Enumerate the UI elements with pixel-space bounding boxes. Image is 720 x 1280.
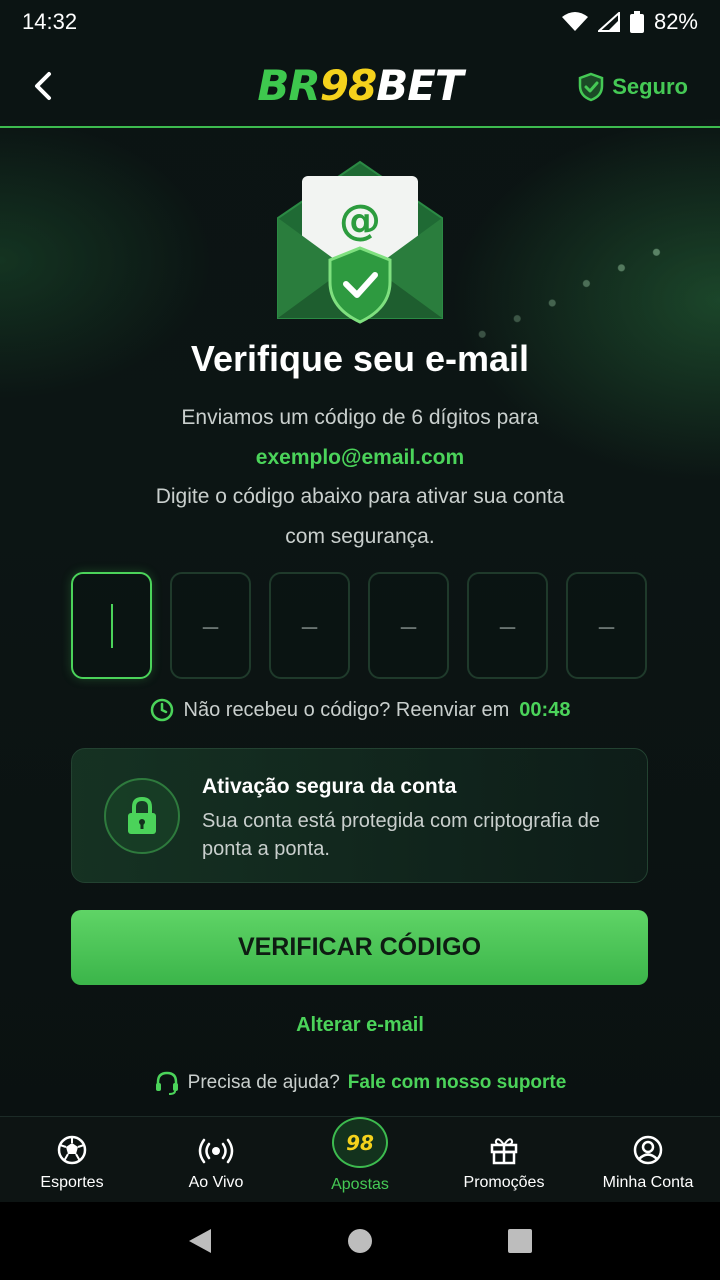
text-caret (110, 603, 113, 648)
logo-part-98: 98 (319, 60, 377, 110)
system-recents-button[interactable] (495, 1216, 545, 1266)
code-digit-4[interactable]: – (368, 572, 449, 679)
svg-text:@: @ (339, 195, 381, 244)
email-shield-illustration: @ (277, 160, 443, 324)
clock-icon (150, 698, 173, 722)
battery-percent: 82% (653, 9, 698, 34)
system-home-button[interactable] (335, 1216, 385, 1266)
email-address: exemplo@email.com (255, 446, 465, 469)
wifi-icon (561, 12, 588, 31)
bets-98-badge: 98 (332, 1117, 388, 1168)
code-digit-6[interactable]: – (566, 572, 647, 679)
nav-label: Promoções (463, 1174, 545, 1191)
secure-indicator: Seguro (578, 72, 688, 102)
nav-label: Apostas (331, 1176, 389, 1193)
soccer-ball-icon (57, 1135, 87, 1165)
nav-label: Esportes (40, 1174, 104, 1191)
resend-countdown: Não recebeu o código? Reenviar em 00:48 (0, 698, 720, 722)
support-link[interactable]: Fale com nosso suporte (348, 1072, 567, 1094)
help-text: Precisa de ajuda? (187, 1072, 340, 1093)
description-line-1: Enviamos um código de 6 dígitos para (181, 406, 539, 429)
description-line-3: com segurança. (285, 525, 435, 548)
code-placeholder: – (598, 609, 615, 641)
code-input-group: – – – – – (71, 572, 647, 679)
change-email-link[interactable]: Alterar e-mail (0, 1014, 720, 1037)
system-nav-bar (0, 1202, 720, 1280)
status-bar: 14:32 82% (0, 0, 720, 44)
status-icons: 82% (561, 9, 698, 35)
card-title: Ativação segura da conta (202, 775, 457, 798)
logo-part-br: BR (257, 60, 320, 110)
page-title: Verifique seu e-mail (190, 338, 530, 379)
back-button[interactable] (22, 66, 62, 106)
code-placeholder: – (400, 609, 417, 641)
brand-logo: BR98BET (257, 60, 463, 110)
screen: 14:32 82% BR98BET Seguro @ Verifique seu… (0, 0, 720, 1280)
circle-home-icon (348, 1229, 372, 1253)
bottom-nav: Esportes Ao Vivo 98 Apostas Promoções Mi… (0, 1116, 720, 1202)
logo-part-bet: BET (376, 60, 463, 110)
code-placeholder: – (301, 609, 318, 641)
status-time: 14:32 (22, 9, 78, 34)
resend-timer: 00:48 (519, 698, 571, 721)
code-placeholder: – (202, 609, 219, 641)
battery-icon (629, 11, 644, 33)
code-placeholder: – (499, 609, 516, 641)
code-digit-1[interactable] (71, 572, 152, 679)
account-icon (633, 1135, 663, 1165)
help-row: Precisa de ajuda? Fale com nosso suporte (0, 1070, 720, 1096)
description-line-2: Digite o código abaixo para ativar sua c… (155, 485, 565, 508)
nav-label: Ao Vivo (188, 1174, 244, 1191)
lock-icon (128, 796, 156, 834)
nav-item-promocoes[interactable]: Promoções (432, 1117, 576, 1202)
lock-badge (104, 778, 180, 854)
resend-text: Não recebeu o código? Reenviar em (183, 698, 510, 721)
system-back-button[interactable] (175, 1216, 225, 1266)
code-digit-5[interactable]: – (467, 572, 548, 679)
secure-label: Seguro (612, 74, 688, 99)
cell-signal-icon (597, 12, 620, 32)
triangle-back-icon (189, 1229, 211, 1253)
nav-item-esportes[interactable]: Esportes (0, 1117, 144, 1202)
verify-code-button[interactable]: VERIFICAR CÓDIGO (71, 910, 648, 985)
shield-check-icon (578, 72, 604, 102)
secure-activation-card: Ativação segura da conta Sua conta está … (71, 748, 648, 883)
chevron-left-icon (35, 72, 51, 100)
card-text: Sua conta está protegida com criptografi… (202, 810, 601, 860)
stadium-lights-decoration (444, 224, 706, 356)
headset-icon (155, 1071, 178, 1095)
live-broadcast-icon (198, 1138, 234, 1164)
square-recents-icon (508, 1229, 532, 1253)
nav-label: Minha Conta (602, 1174, 694, 1191)
code-digit-3[interactable]: – (269, 572, 350, 679)
nav-item-apostas[interactable]: 98 Apostas (288, 1117, 432, 1202)
code-digit-2[interactable]: – (170, 572, 251, 679)
header: BR98BET Seguro (0, 44, 720, 128)
nav-item-ao-vivo[interactable]: Ao Vivo (144, 1117, 288, 1202)
nav-item-minha-conta[interactable]: Minha Conta (576, 1117, 720, 1202)
gift-icon (490, 1138, 518, 1165)
